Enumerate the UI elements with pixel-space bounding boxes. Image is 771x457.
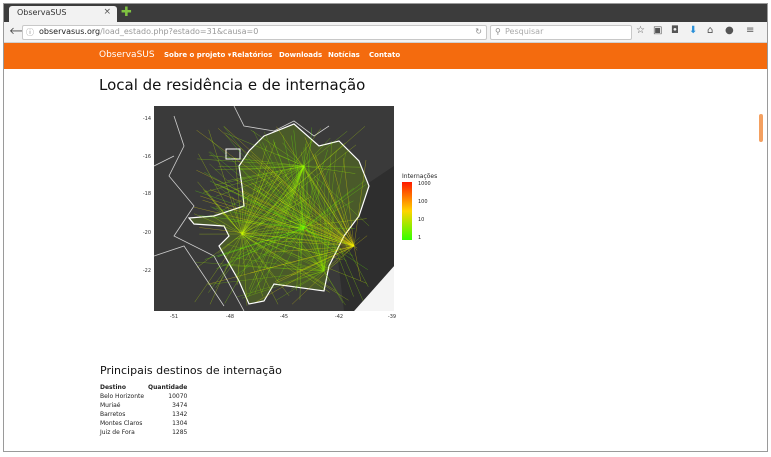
search-placeholder: Pesquisar bbox=[505, 27, 544, 36]
table-row: Barretos 1342 bbox=[100, 410, 191, 419]
table-cell: 1342 bbox=[172, 411, 188, 418]
new-tab-icon[interactable]: ✚ bbox=[121, 6, 133, 19]
y-tick-label: -22 bbox=[142, 268, 151, 274]
menu-relatorios[interactable]: Relatórios bbox=[232, 51, 272, 59]
y-tick-label: -14 bbox=[142, 116, 151, 122]
legend-label: 1000 bbox=[418, 181, 431, 187]
flow-map-svg bbox=[154, 106, 394, 311]
search-input[interactable]: ⚲ Pesquisar bbox=[490, 25, 632, 40]
table-cell: Montes Claros bbox=[100, 420, 143, 427]
y-tick-label: -18 bbox=[142, 191, 151, 197]
close-tab-icon[interactable]: × bbox=[103, 7, 111, 17]
url-path: /load_estado.php?estado=31&causa=0 bbox=[100, 27, 259, 36]
x-tick-label: -48 bbox=[225, 314, 235, 320]
browser-window: ObservaSUS × ✚ 🡐 ⓘ observasus.org/load_e… bbox=[3, 3, 768, 452]
tab-title: ObservaSUS bbox=[17, 8, 67, 17]
table-cell: Barretos bbox=[100, 411, 126, 418]
destinations-table: Destino Quantidade Belo Horizonte 10070 M… bbox=[100, 384, 191, 437]
table-header-row: Destino Quantidade bbox=[100, 384, 191, 392]
download-icon[interactable]: ⬇ bbox=[689, 25, 697, 36]
menu-downloads[interactable]: Downloads bbox=[279, 51, 322, 59]
reading-list-icon[interactable]: ▣ bbox=[653, 25, 662, 36]
column-header: Destino bbox=[100, 384, 126, 391]
table-cell: Belo Horizonte bbox=[100, 393, 145, 400]
table-cell: Juiz de Fora bbox=[100, 429, 135, 436]
y-tick-label: -20 bbox=[142, 230, 151, 236]
url-bar[interactable]: ⓘ observasus.org/load_estado.php?estado=… bbox=[22, 25, 487, 40]
x-tick-label: -51 bbox=[169, 314, 179, 320]
menu-noticias[interactable]: Notícias bbox=[328, 51, 360, 59]
star-icon[interactable]: ☆ bbox=[636, 25, 645, 36]
search-icon: ⚲ bbox=[495, 27, 501, 36]
table-cell: 1285 bbox=[172, 429, 188, 436]
legend-colorbar bbox=[402, 182, 412, 240]
table-row: Muriaé 3474 bbox=[100, 401, 191, 410]
table-row: Juiz de Fora 1285 bbox=[100, 428, 191, 437]
table-cell: 1304 bbox=[172, 420, 188, 427]
scrollbar-thumb[interactable] bbox=[759, 114, 763, 142]
menu-contato[interactable]: Contato bbox=[369, 51, 400, 59]
column-header: Quantidade bbox=[148, 384, 188, 391]
brand-link[interactable]: ObservaSUS bbox=[99, 50, 155, 60]
chat-icon[interactable]: ● bbox=[725, 25, 734, 36]
info-icon[interactable]: ⓘ bbox=[26, 27, 34, 38]
navigation-bar: 🡐 ⓘ observasus.org/load_estado.php?estad… bbox=[4, 22, 767, 43]
table-row: Belo Horizonte 10070 bbox=[100, 392, 191, 401]
url-host: observasus.org bbox=[39, 27, 101, 36]
table-cell: Muriaé bbox=[100, 402, 121, 409]
legend-label: 1 bbox=[418, 235, 422, 241]
reload-icon[interactable]: ↻ bbox=[475, 27, 482, 36]
table-cell: 10070 bbox=[168, 393, 188, 400]
pocket-icon[interactable]: ◘ bbox=[671, 25, 679, 36]
table-cell: 3474 bbox=[172, 402, 188, 409]
y-tick-label: -16 bbox=[142, 154, 151, 160]
tab-strip: ObservaSUS × ✚ bbox=[4, 4, 767, 22]
menu-sobre[interactable]: Sobre o projeto ▾ bbox=[164, 51, 231, 59]
home-icon[interactable]: ⌂ bbox=[707, 25, 713, 36]
menu-icon[interactable]: ≡ bbox=[746, 25, 754, 36]
legend-label: 10 bbox=[418, 217, 425, 223]
x-tick-label: -45 bbox=[279, 314, 289, 320]
flow-map bbox=[154, 106, 394, 311]
section-title: Principais destinos de internação bbox=[100, 364, 282, 377]
page-title: Local de residência e de internação bbox=[99, 76, 366, 94]
site-header: ObservaSUS Sobre o projeto ▾ Relatórios … bbox=[4, 43, 767, 69]
legend-title: Internações bbox=[402, 173, 438, 180]
table-row: Montes Claros 1304 bbox=[100, 419, 191, 428]
legend-label: 100 bbox=[418, 199, 428, 205]
x-tick-label: -42 bbox=[334, 314, 344, 320]
url-text: observasus.org/load_estado.php?estado=31… bbox=[39, 27, 258, 36]
tab-observasus[interactable]: ObservaSUS × bbox=[9, 6, 117, 22]
x-tick-label: -39 bbox=[387, 314, 397, 320]
